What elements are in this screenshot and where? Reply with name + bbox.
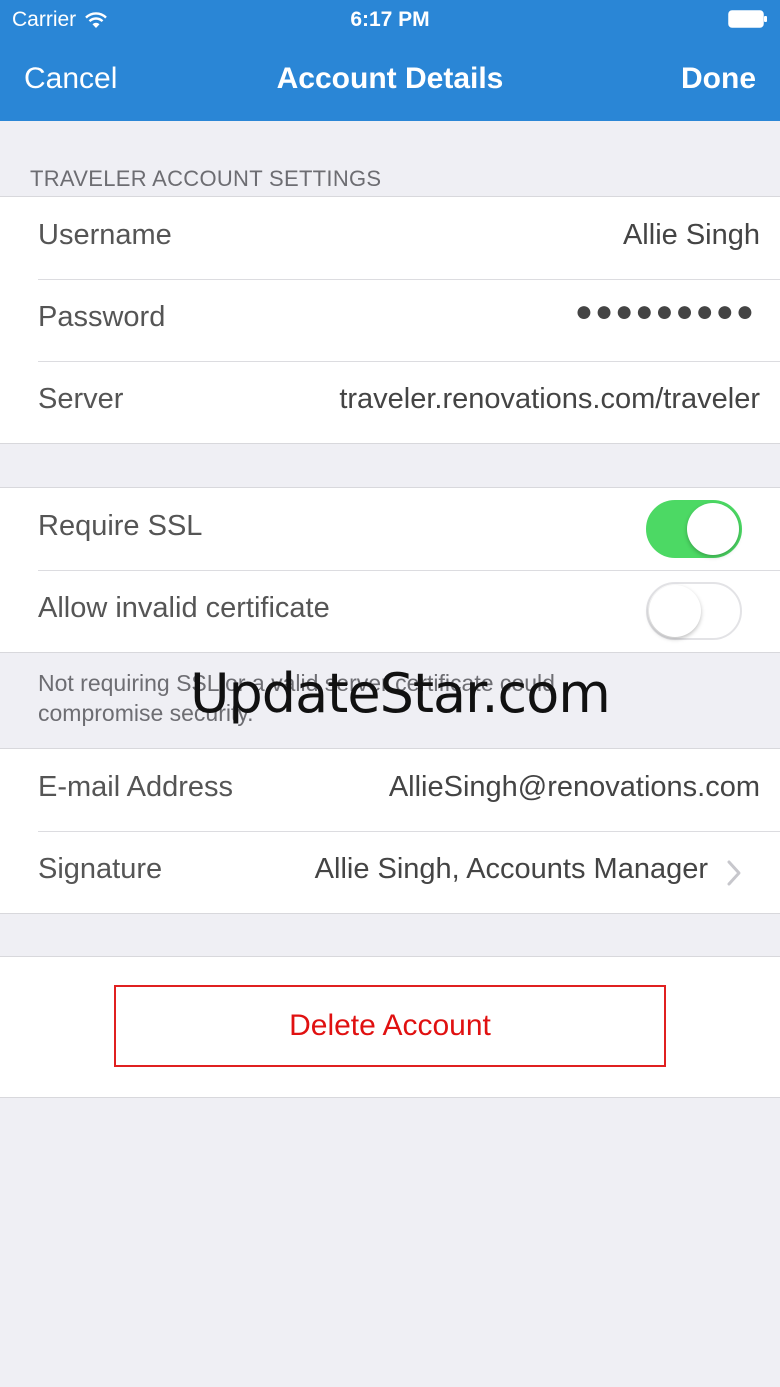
delete-account-button[interactable]: Delete Account (114, 985, 666, 1067)
password-field[interactable]: ●●●●●●●●● (575, 295, 756, 329)
allow-invalid-certificate-row: Allow invalid certificate (0, 570, 780, 652)
password-row[interactable]: Password ●●●●●●●●● (0, 279, 780, 361)
toggle-knob (649, 585, 701, 637)
email-row[interactable]: E-mail Address AllieSingh@renovations.co… (0, 749, 780, 831)
cancel-button[interactable]: Cancel (24, 62, 117, 96)
delete-group: Delete Account (0, 956, 780, 1098)
signature-row[interactable]: Signature Allie Singh, Accounts Manager (0, 831, 780, 913)
email-label: E-mail Address (38, 771, 234, 803)
email-field[interactable]: AllieSingh@renovations.com (389, 771, 760, 804)
account-settings-group: Username Allie Singh Password ●●●●●●●●● … (0, 196, 780, 444)
toggle-knob (687, 503, 739, 555)
signature-label: Signature (38, 853, 163, 885)
password-label: Password (38, 301, 166, 333)
status-time: 6:17 PM (350, 8, 430, 31)
navigation-bar: Carrier 6:17 PM Cancel Account Details D… (0, 0, 780, 121)
mail-group: E-mail Address AllieSingh@renovations.co… (0, 748, 780, 914)
server-label: Server (38, 383, 124, 415)
username-row[interactable]: Username Allie Singh (0, 197, 780, 279)
security-group: Require SSL Allow invalid certificate (0, 487, 780, 653)
server-field[interactable]: traveler.renovations.com/traveler (339, 383, 760, 416)
require-ssl-label: Require SSL (38, 510, 203, 542)
username-field[interactable]: Allie Singh (623, 219, 760, 252)
section-header-traveler-settings: TRAVELER ACCOUNT SETTINGS (30, 166, 382, 191)
battery-icon (728, 10, 767, 28)
chevron-right-icon (727, 860, 741, 886)
server-row[interactable]: Server traveler.renovations.com/traveler (0, 361, 780, 443)
signature-value: Allie Singh, Accounts Manager (314, 853, 708, 885)
require-ssl-row: Require SSL (0, 488, 780, 570)
username-label: Username (38, 219, 172, 251)
page-title-text: Account Details (276, 62, 504, 95)
done-button[interactable]: Done (681, 62, 756, 96)
allow-invalid-certificate-label: Allow invalid certificate (38, 592, 330, 624)
watermark: UpdateStar.com (190, 662, 611, 725)
allow-invalid-certificate-toggle[interactable] (646, 582, 742, 640)
status-bar: Carrier 6:17 PM (0, 0, 780, 40)
require-ssl-toggle[interactable] (646, 500, 742, 558)
